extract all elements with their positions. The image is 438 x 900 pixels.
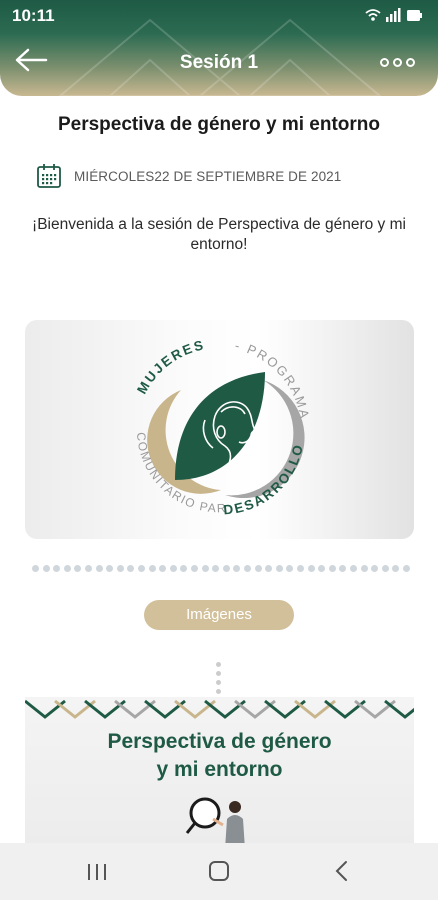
preview-title: Perspectiva de género y mi entorno bbox=[25, 728, 414, 784]
system-nav-bar bbox=[0, 843, 438, 900]
carousel-dot bbox=[328, 565, 336, 572]
decorative-pattern bbox=[25, 699, 414, 719]
carousel-dot bbox=[180, 565, 188, 572]
wifi-icon bbox=[365, 9, 381, 21]
status-icons bbox=[365, 8, 422, 22]
battery-icon bbox=[407, 10, 422, 21]
carousel-dot bbox=[138, 565, 145, 572]
svg-text:MUJERES: MUJERES bbox=[134, 337, 206, 396]
carousel-dot bbox=[148, 565, 156, 572]
carousel-dot bbox=[32, 565, 39, 572]
carousel-dot bbox=[403, 565, 410, 572]
session-date: MIÉRCOLES22 DE SEPTIEMBRE DE 2021 bbox=[74, 169, 342, 184]
images-tab-button[interactable]: Imágenes bbox=[144, 600, 294, 630]
home-button[interactable] bbox=[199, 857, 239, 887]
recent-apps-icon bbox=[88, 864, 106, 880]
carousel-dot bbox=[265, 565, 273, 572]
carousel-dot bbox=[63, 565, 71, 572]
carousel-dot bbox=[127, 565, 135, 572]
session-title: Perspectiva de género y mi entorno bbox=[57, 114, 381, 135]
carousel-dot bbox=[286, 565, 294, 572]
carousel-dot bbox=[201, 565, 209, 572]
app-header: 10:11 Sesión 1 bbox=[0, 0, 438, 96]
more-horizontal-icon bbox=[406, 58, 415, 67]
nav-back-button[interactable] bbox=[322, 857, 362, 887]
status-time: 10:11 bbox=[12, 6, 55, 25]
carousel-dot bbox=[381, 565, 389, 572]
carousel-dot bbox=[233, 565, 241, 572]
carousel-dot bbox=[392, 565, 400, 572]
carousel-dots bbox=[32, 565, 412, 575]
carousel-dot bbox=[116, 565, 124, 572]
carousel-dot bbox=[95, 565, 103, 572]
session-image-preview[interactable]: Perspectiva de género y mi entorno bbox=[25, 697, 414, 847]
carousel-dot bbox=[339, 565, 347, 572]
carousel-dot bbox=[222, 565, 230, 572]
program-logo: MUJERES - PROGRAMA COMUNITARIO PARA DESA… bbox=[25, 320, 310, 517]
carousel-dot bbox=[307, 565, 315, 572]
carousel-dot bbox=[350, 565, 357, 572]
more-options-button[interactable] bbox=[380, 54, 424, 68]
carousel-dot bbox=[360, 565, 368, 572]
carousel-dot bbox=[106, 565, 114, 572]
calendar-icon bbox=[37, 164, 61, 188]
more-horizontal-icon bbox=[380, 58, 389, 67]
app-screen: 10:11 Sesión 1 Perspectiva de género y m… bbox=[0, 0, 438, 900]
back-icon bbox=[335, 861, 347, 881]
carousel-dot bbox=[191, 565, 198, 572]
status-bar: 10:11 bbox=[0, 0, 438, 30]
preview-title-line2: y mi entorno bbox=[156, 758, 283, 781]
signal-icon bbox=[386, 8, 401, 22]
carousel-dot bbox=[169, 565, 177, 572]
carousel-dot bbox=[85, 565, 92, 572]
carousel-dot bbox=[275, 565, 283, 572]
preview-title-line1: Perspectiva de género bbox=[107, 730, 332, 753]
carousel-dot bbox=[159, 565, 167, 572]
program-logo-card: MUJERES - PROGRAMA COMUNITARIO PARA DESA… bbox=[25, 320, 414, 539]
carousel-dot bbox=[212, 565, 220, 572]
vertical-dots-divider bbox=[216, 662, 222, 694]
carousel-dot bbox=[318, 565, 326, 572]
carousel-dot bbox=[74, 565, 82, 572]
more-horizontal-icon bbox=[393, 58, 402, 67]
carousel-dot bbox=[53, 565, 61, 572]
welcome-message: ¡Bienvenida a la sesión de Perspectiva d… bbox=[32, 216, 406, 253]
carousel-dot bbox=[297, 565, 304, 572]
page-title: Sesión 1 bbox=[179, 52, 259, 73]
home-icon bbox=[209, 861, 229, 881]
carousel-dot bbox=[42, 565, 50, 572]
session-date-row: MIÉRCOLES22 DE SEPTIEMBRE DE 2021 bbox=[36, 163, 416, 191]
logo-ring-mujeres: MUJERES bbox=[134, 337, 204, 396]
carousel-dot bbox=[244, 565, 251, 572]
carousel-dot bbox=[254, 565, 262, 572]
magnifier-woman-illustration bbox=[185, 797, 245, 847]
carousel-dot bbox=[371, 565, 379, 572]
recent-apps-button[interactable] bbox=[78, 857, 118, 887]
